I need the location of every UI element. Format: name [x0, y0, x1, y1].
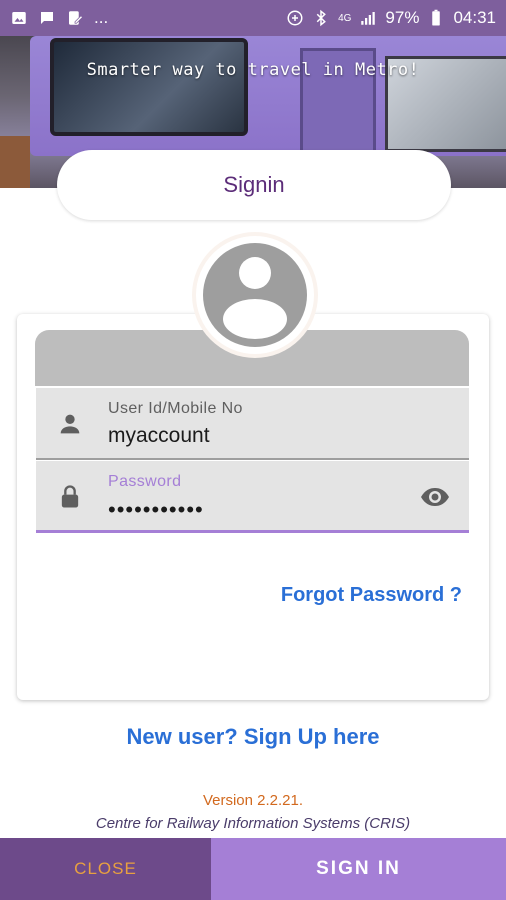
- network-type: 4G: [338, 12, 352, 24]
- password-input[interactable]: •••••••••••: [108, 497, 204, 523]
- organization-name: Centre for Railway Information Systems (…: [95, 815, 411, 832]
- lock-icon: [61, 485, 79, 508]
- app-version: Version 2.2.21.: [0, 792, 506, 809]
- user-id-label: User Id/Mobile No: [108, 400, 243, 417]
- close-button[interactable]: CLOSE: [0, 838, 211, 900]
- signup-link[interactable]: New user? Sign Up here: [0, 724, 506, 750]
- signal-icon: [361, 12, 376, 25]
- avatar-icon: [203, 243, 307, 347]
- show-password-icon[interactable]: [419, 483, 451, 511]
- image-icon: [12, 12, 26, 24]
- battery-icon: [432, 9, 441, 26]
- sign-in-button[interactable]: SIGN IN: [211, 838, 506, 900]
- battery-percent: 97%: [385, 8, 420, 27]
- status-time: 04:31: [453, 8, 496, 27]
- status-overflow: ...: [94, 8, 109, 27]
- sync-icon: [287, 10, 303, 26]
- bottom-action-bar: CLOSE SIGN IN: [0, 838, 506, 900]
- person-icon: [60, 414, 80, 434]
- train-window: [50, 38, 248, 136]
- hero-tagline: Smarter way to travel in Metro!: [86, 60, 420, 80]
- version-dot: .: [298, 792, 304, 809]
- chat-icon: [41, 12, 53, 24]
- status-right: 4G 97% 04:31: [286, 8, 496, 28]
- version-text: Version 2.2.21: [202, 792, 299, 809]
- password-field[interactable]: Password •••••••••••: [36, 461, 469, 533]
- hero-platform: [0, 136, 30, 188]
- user-id-field[interactable]: User Id/Mobile No myaccount: [36, 388, 469, 460]
- forgot-password-link[interactable]: Forgot Password ?: [281, 584, 462, 607]
- edit-icon: [69, 11, 84, 25]
- page-title: Signin: [223, 172, 285, 197]
- signin-header: Signin: [57, 150, 451, 220]
- status-left: ...: [10, 8, 108, 28]
- password-label: Password: [108, 473, 182, 490]
- status-bar: ... 4G 97% 04:31: [0, 0, 506, 36]
- bluetooth-icon: [316, 9, 326, 27]
- user-id-input[interactable]: myaccount: [108, 424, 210, 448]
